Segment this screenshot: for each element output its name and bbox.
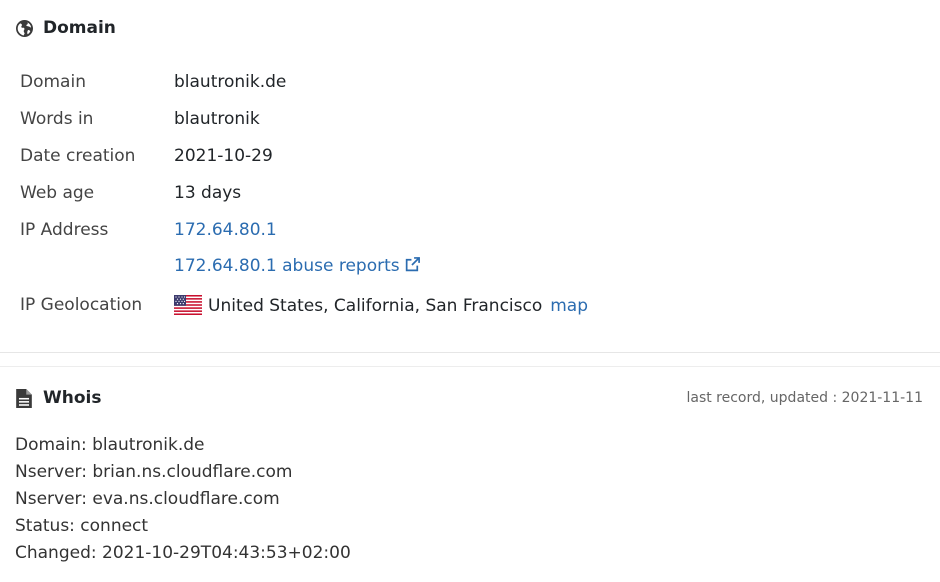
info-row-ip-address: IP Address 172.64.80.1 <box>20 211 588 248</box>
document-icon <box>15 388 33 408</box>
words-label: Words in <box>20 108 94 129</box>
abuse-reports-link[interactable]: 172.64.80.1 abuse reports <box>174 256 421 276</box>
info-row-abuse-reports: 172.64.80.1 abuse reports <box>20 248 588 285</box>
abuse-reports-label: 172.64.80.1 abuse reports <box>174 255 400 276</box>
info-row-words: Words in blautronik <box>20 100 588 137</box>
ip-address-link[interactable]: 172.64.80.1 <box>174 220 277 240</box>
whois-section-title: Whois <box>15 388 101 408</box>
ip-address-label: IP Address <box>20 219 109 240</box>
geolocation-label: IP Geolocation <box>20 295 143 315</box>
domain-label: Domain <box>20 71 86 92</box>
map-link[interactable]: map <box>550 296 588 316</box>
whois-line: Changed: 2021-10-29T04:43:53+02:00 <box>15 543 351 563</box>
whois-line: Status: connect <box>15 516 149 536</box>
whois-record: Domain: blautronik.de Nserver: brian.ns.… <box>15 432 351 567</box>
info-row-date-creation: Date creation 2021-10-29 <box>20 137 588 174</box>
info-row-geolocation: IP Geolocation United States, California… <box>20 285 588 325</box>
web-age-label: Web age <box>20 182 95 203</box>
geolocation-value: United States, California, San Francisco <box>208 295 543 316</box>
whois-section-heading: Whois <box>43 388 102 408</box>
domain-value: blautronik.de <box>174 71 287 92</box>
info-row-domain: Domain blautronik.de <box>20 63 588 100</box>
last-record-updated: last record, updated : 2021-11-11 <box>686 390 923 406</box>
whois-line: Nserver: eva.ns.cloudflare.com <box>15 489 280 509</box>
date-creation-label: Date creation <box>20 145 136 166</box>
domain-section-title: Domain <box>15 18 116 38</box>
words-value: blautronik <box>174 108 260 129</box>
whois-line: Domain: blautronik.de <box>15 435 205 455</box>
web-age-value: 13 days <box>174 182 242 203</box>
section-divider <box>0 352 940 353</box>
domain-section-heading: Domain <box>43 18 116 38</box>
external-link-icon <box>404 256 421 278</box>
us-flag-icon <box>174 294 202 315</box>
date-creation-value: 2021-10-29 <box>174 145 273 166</box>
section-divider-inner <box>0 366 940 367</box>
whois-line: Nserver: brian.ns.cloudflare.com <box>15 462 293 482</box>
globe-icon <box>15 19 33 37</box>
info-row-web-age: Web age 13 days <box>20 174 588 211</box>
domain-info-table: Domain blautronik.de Words in blautronik… <box>20 63 588 325</box>
